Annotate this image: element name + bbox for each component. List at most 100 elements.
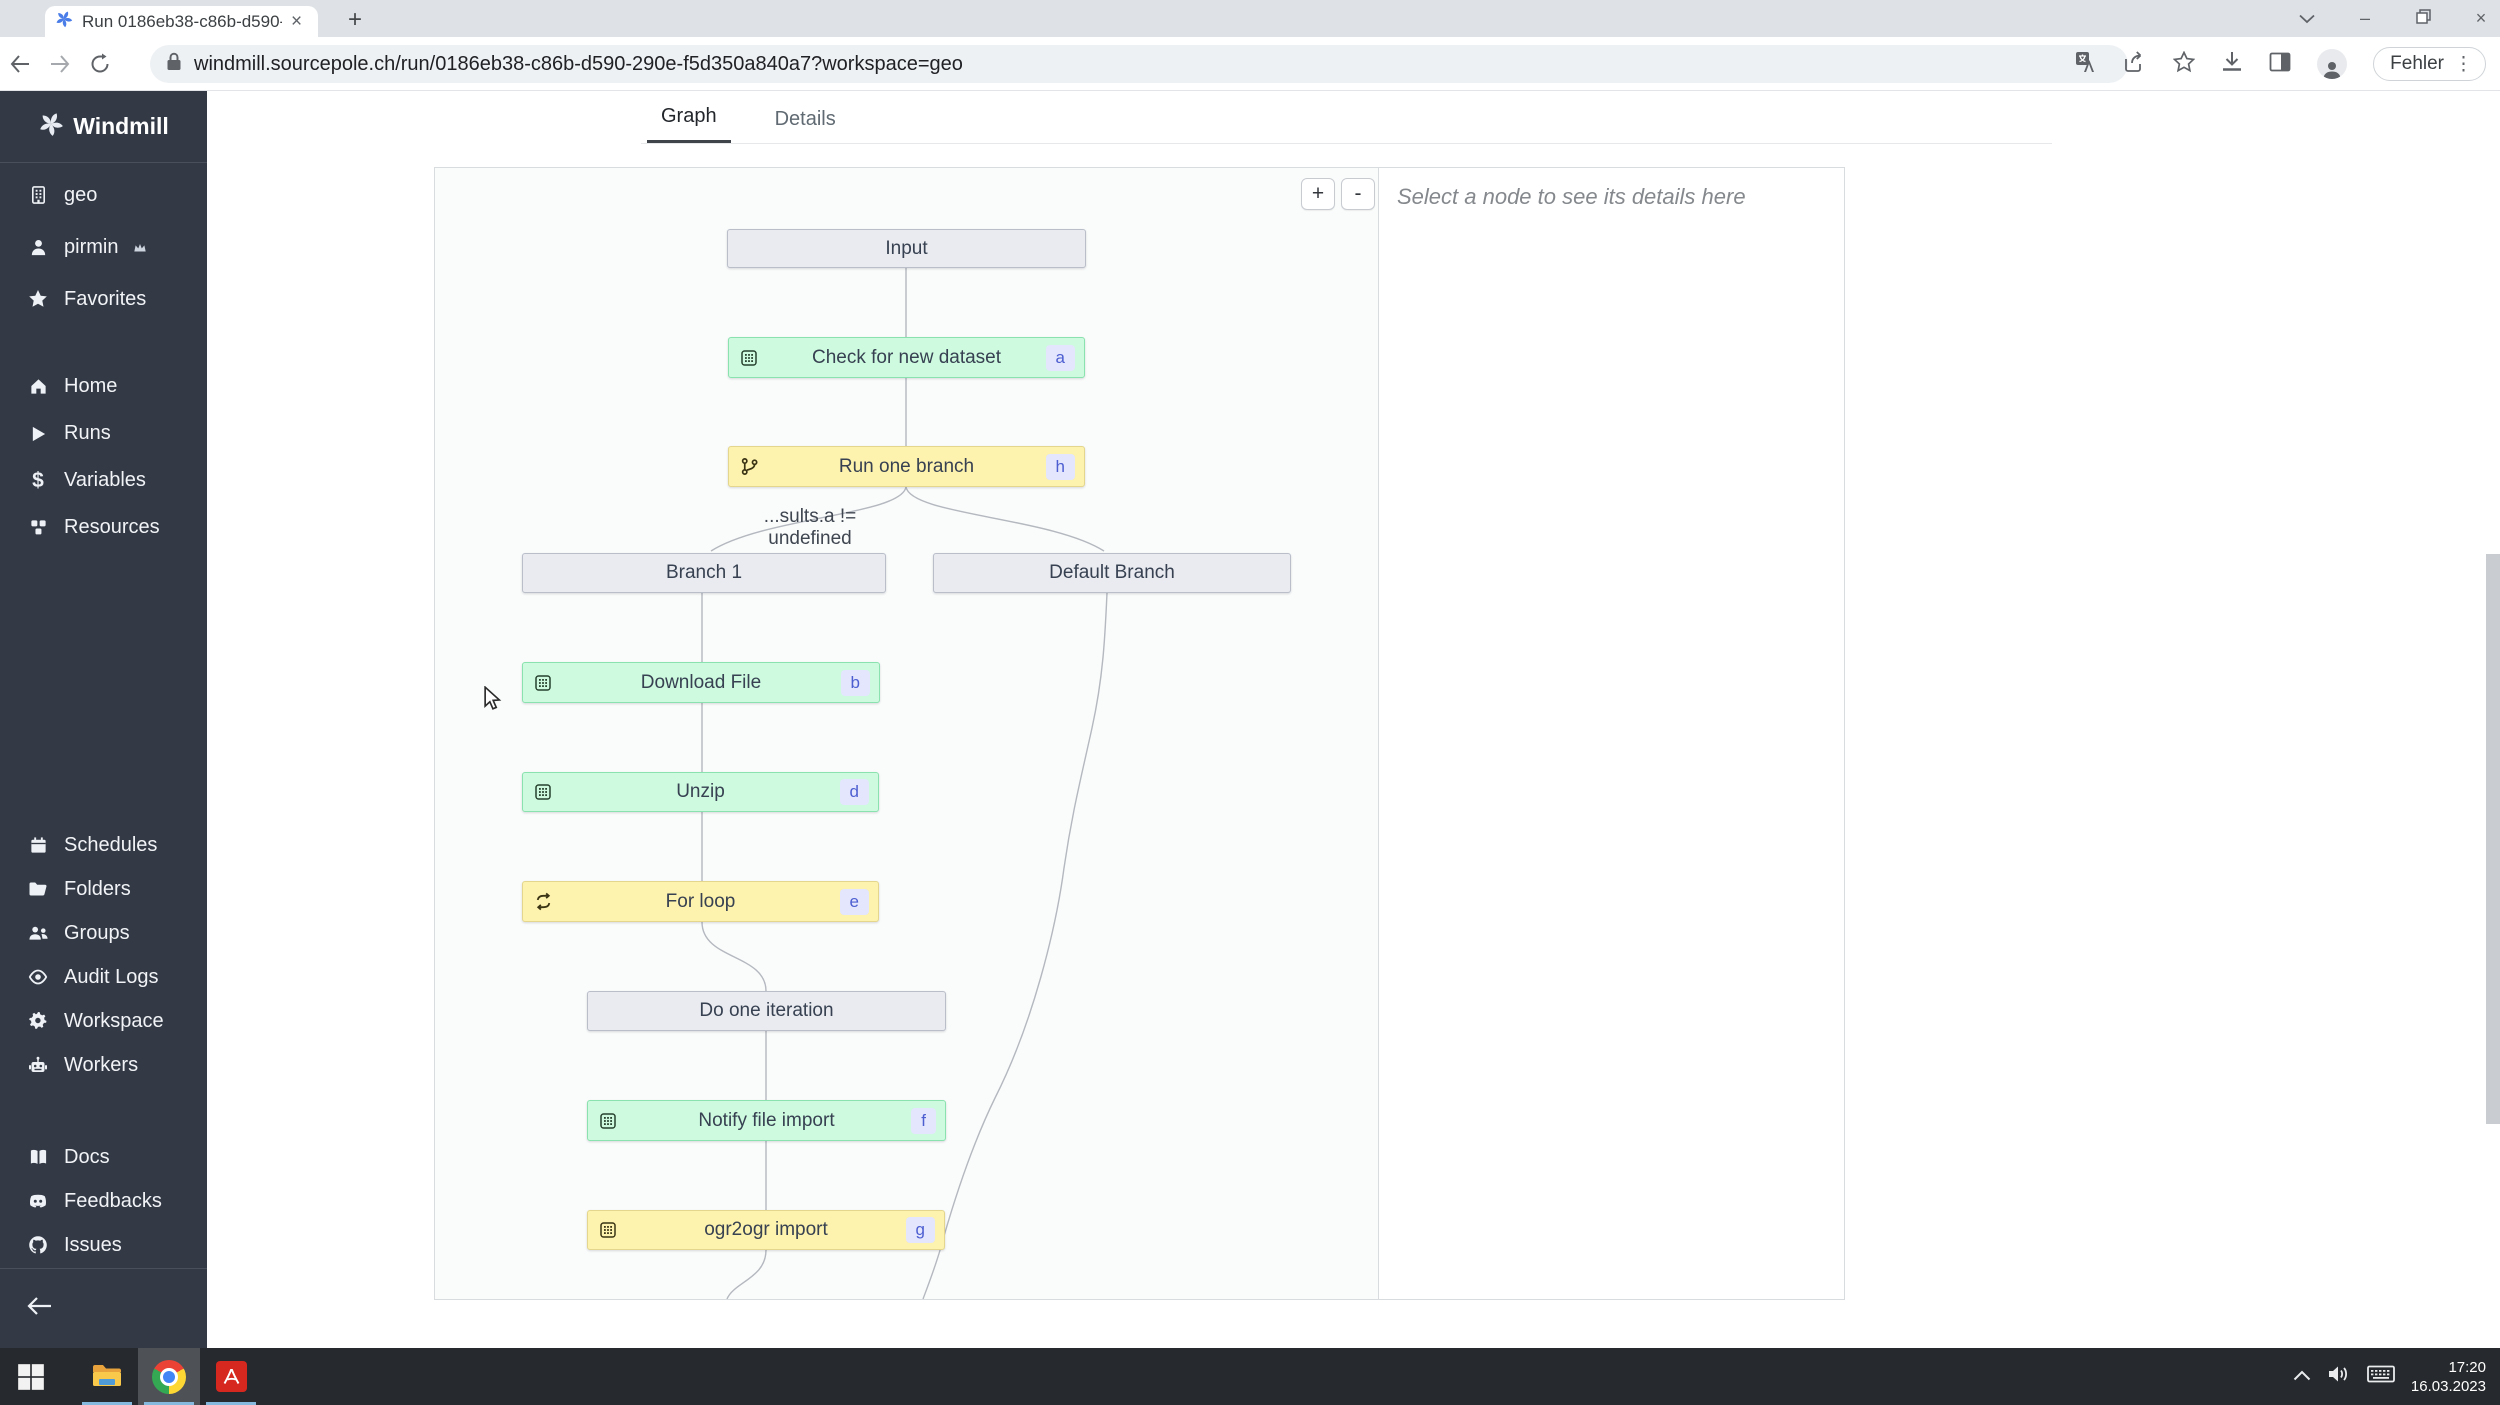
- workspace-label: geo: [64, 183, 98, 206]
- node-label: Check for new dataset: [811, 346, 1002, 368]
- repeat-icon: [534, 892, 553, 911]
- sidebar-item-variables[interactable]: $ Variables: [0, 457, 207, 504]
- flow-node-do-one-iteration[interactable]: Do one iteration: [587, 991, 946, 1031]
- new-tab-button[interactable]: +: [340, 5, 370, 35]
- book-icon: [27, 1148, 49, 1166]
- sidebar-item-groups[interactable]: Groups: [0, 911, 207, 955]
- tab-details[interactable]: Details: [761, 108, 850, 143]
- speaker-icon[interactable]: [2327, 1364, 2351, 1389]
- translate-icon[interactable]: [2075, 51, 2097, 78]
- sidebar-item-issues[interactable]: Issues: [0, 1223, 207, 1267]
- vertical-scrollbar[interactable]: [2486, 554, 2500, 1124]
- sidebar-item-folders[interactable]: Folders: [0, 867, 207, 911]
- clock-time: 17:20: [2448, 1358, 2486, 1376]
- tab-title: Run 0186eb38-c86b-d590-290e-: [82, 11, 282, 31]
- profile-avatar[interactable]: [2317, 49, 2348, 79]
- start-button[interactable]: [0, 1348, 62, 1405]
- node-badge: g: [905, 1217, 935, 1243]
- more-vert-icon: ⋮: [2454, 53, 2473, 75]
- url-bar[interactable]: windmill.sourcepole.ch/run/0186eb38-c86b…: [150, 45, 2128, 83]
- flow-graph-canvas[interactable]: Input Check for new dataset a Run one br…: [434, 167, 1379, 1300]
- acrobat-taskbar-button[interactable]: [200, 1348, 262, 1405]
- flow-node-for-loop[interactable]: For loop e: [522, 881, 879, 922]
- node-label: For loop: [665, 890, 736, 912]
- flow-node-input[interactable]: Input: [727, 229, 1086, 268]
- sidebar-logo[interactable]: Windmill: [0, 91, 207, 163]
- node-label: Default Branch: [1049, 562, 1175, 583]
- error-button-label: Fehler: [2390, 53, 2444, 74]
- flow-node-ogr2ogr-import[interactable]: ogr2ogr import g: [587, 1210, 945, 1250]
- crown-icon: [133, 236, 147, 259]
- sidebar-item-home[interactable]: Home: [0, 363, 207, 410]
- node-label: Input: [885, 237, 928, 259]
- issues-label: Issues: [64, 1233, 122, 1256]
- back-icon[interactable]: [0, 54, 40, 74]
- flow-node-check-for-new-dataset[interactable]: Check for new dataset a: [728, 337, 1085, 378]
- screen: Run 0186eb38-c86b-d590-290e- × + – ×: [0, 0, 2500, 1405]
- tab-close-icon[interactable]: ×: [291, 12, 302, 31]
- sidebar-item-schedules[interactable]: Schedules: [0, 823, 207, 867]
- audit-logs-label: Audit Logs: [64, 965, 159, 988]
- side-panel-icon[interactable]: [2269, 51, 2291, 78]
- flow-node-download-file[interactable]: Download File b: [522, 662, 880, 703]
- zoom-in-button[interactable]: +: [1301, 178, 1335, 210]
- sidebar-item-docs[interactable]: Docs: [0, 1135, 207, 1179]
- schedules-label: Schedules: [64, 833, 158, 856]
- calendar-icon: [27, 836, 49, 855]
- taskbar: 17:20 16.03.2023: [0, 1348, 2500, 1405]
- forward-icon[interactable]: [40, 54, 80, 74]
- node-details-panel: Select a node to see its details here: [1379, 167, 1845, 1300]
- collapse-sidebar-arrow-icon[interactable]: [27, 1296, 53, 1321]
- user-icon: [27, 237, 49, 257]
- flow-node-run-one-branch[interactable]: Run one branch h: [728, 446, 1085, 487]
- flow-node-branch-1[interactable]: Branch 1: [522, 553, 886, 593]
- windmill-favicon-icon: [55, 10, 73, 33]
- close-icon[interactable]: ×: [2470, 8, 2492, 29]
- taskbar-clock[interactable]: 17:20 16.03.2023: [2411, 1358, 2492, 1396]
- dollar-icon: $: [32, 468, 44, 492]
- node-label: Notify file import: [698, 1109, 835, 1131]
- docs-label: Docs: [64, 1145, 110, 1168]
- zoom-out-button[interactable]: -: [1341, 178, 1375, 210]
- sidebar-item-feedbacks[interactable]: Feedbacks: [0, 1179, 207, 1223]
- minimize-icon[interactable]: –: [2354, 8, 2376, 29]
- details-placeholder: Select a node to see its details here: [1397, 184, 1746, 209]
- file-explorer-button[interactable]: [76, 1348, 138, 1405]
- flow-node-default-branch[interactable]: Default Branch: [933, 553, 1291, 593]
- sidebar-item-workers[interactable]: Workers: [0, 1043, 207, 1087]
- browser-tab[interactable]: Run 0186eb38-c86b-d590-290e- ×: [45, 6, 318, 37]
- download-icon[interactable]: [2221, 51, 2243, 78]
- sidebar-item-workspace-geo[interactable]: geo: [0, 169, 207, 221]
- github-icon: [27, 1235, 49, 1255]
- feedbacks-label: Feedbacks: [64, 1189, 162, 1212]
- play-icon: [27, 425, 49, 443]
- restore-icon[interactable]: [2412, 8, 2434, 29]
- share-icon[interactable]: [2123, 50, 2147, 78]
- bookmark-star-icon[interactable]: [2172, 50, 2196, 78]
- window-grid-icon: [534, 674, 552, 692]
- keyboard-icon[interactable]: [2367, 1364, 2395, 1389]
- node-label: Branch 1: [665, 562, 743, 583]
- folder-icon: [27, 880, 49, 898]
- tab-graph[interactable]: Graph: [647, 105, 731, 143]
- sidebar-item-workspace-settings[interactable]: Workspace: [0, 999, 207, 1043]
- tray-chevron-up-icon[interactable]: [2293, 1368, 2311, 1386]
- boxes-icon: [27, 518, 49, 537]
- reload-icon[interactable]: [80, 53, 120, 75]
- groups-icon: [27, 924, 49, 942]
- flow-node-unzip[interactable]: Unzip d: [522, 772, 879, 812]
- chrome-taskbar-button[interactable]: [138, 1348, 200, 1405]
- sidebar-item-user[interactable]: pirmin: [0, 221, 207, 273]
- user-label: pirmin: [64, 235, 119, 258]
- home-icon: [27, 377, 49, 396]
- node-badge: a: [1045, 344, 1075, 371]
- browser-error-button[interactable]: Fehler ⋮: [2373, 47, 2486, 81]
- sidebar-item-runs[interactable]: Runs: [0, 410, 207, 457]
- sidebar-item-favorites[interactable]: Favorites: [0, 273, 207, 325]
- variables-label: Variables: [64, 469, 146, 491]
- tab-search-chevron-icon[interactable]: [2296, 8, 2318, 29]
- sidebar-item-audit-logs[interactable]: Audit Logs: [0, 955, 207, 999]
- git-branch-icon: [740, 457, 759, 476]
- sidebar-item-resources[interactable]: Resources: [0, 504, 207, 551]
- flow-node-notify-file-import[interactable]: Notify file import f: [587, 1100, 946, 1141]
